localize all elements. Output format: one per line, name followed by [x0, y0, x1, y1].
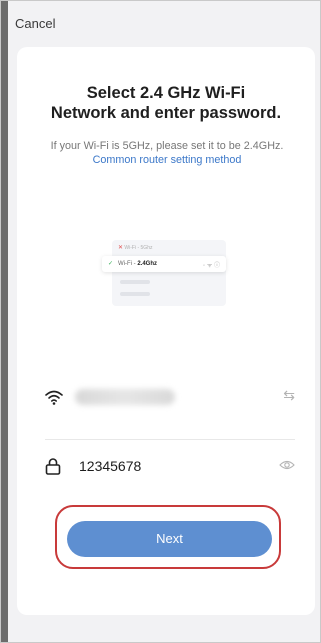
illustration-24ghz-label: Wi-Fi - 2.4Ghz — [118, 261, 158, 267]
eye-icon[interactable] — [279, 459, 295, 471]
next-button[interactable]: Next — [67, 521, 272, 557]
password-row[interactable]: 12345678 — [45, 455, 295, 479]
window-edge — [1, 1, 8, 642]
lock-icon — [45, 458, 61, 475]
page-title: Select 2.4 GHz Wi-Fi Network and enter p… — [17, 83, 315, 123]
password-input[interactable]: 12345678 — [79, 458, 141, 474]
illustration-5ghz-label: Wi-Fi - 5Ghz — [124, 245, 153, 251]
illustration-wifi-info-icons: ◦ ᯤ ⓘ — [203, 263, 220, 269]
router-setting-link[interactable]: Common router setting method — [93, 154, 242, 166]
cross-icon: ✕ — [118, 245, 124, 251]
wifi-setup-card: Select 2.4 GHz Wi-Fi Network and enter p… — [17, 47, 315, 615]
illustration-row-24ghz: ✓ Wi-Fi - 2.4Ghz ◦ ᯤ ⓘ — [102, 256, 226, 272]
title-line-1: Select 2.4 GHz Wi-Fi — [86, 84, 246, 102]
title-line-2: Network and enter password. — [50, 104, 282, 122]
instructions-text: If your Wi-Fi is 5GHz, please set it to … — [50, 140, 284, 152]
checkmark-icon: ✓ — [108, 261, 114, 267]
row-divider — [45, 439, 295, 440]
illustration-placeholder-row — [120, 280, 150, 284]
illustration-placeholder-row — [120, 292, 150, 296]
illustration-row-5ghz: ✕ Wi-Fi - 5Ghz — [118, 244, 152, 251]
cancel-button[interactable]: Cancel — [15, 16, 55, 31]
wifi-icon — [45, 390, 63, 405]
wifi-network-row[interactable]: ⇆ — [45, 385, 295, 421]
app-frame: Cancel Select 2.4 GHz Wi-Fi Network and … — [0, 0, 321, 643]
instructions: If your Wi-Fi is 5GHz, please set it to … — [47, 139, 287, 167]
wifi-selection-illustration: ✕ Wi-Fi - 5Ghz ✓ Wi-Fi - 2.4Ghz ◦ ᯤ ⓘ — [102, 240, 226, 308]
wifi-ssid-redacted — [75, 389, 175, 405]
swap-icon[interactable]: ⇆ — [283, 387, 295, 404]
